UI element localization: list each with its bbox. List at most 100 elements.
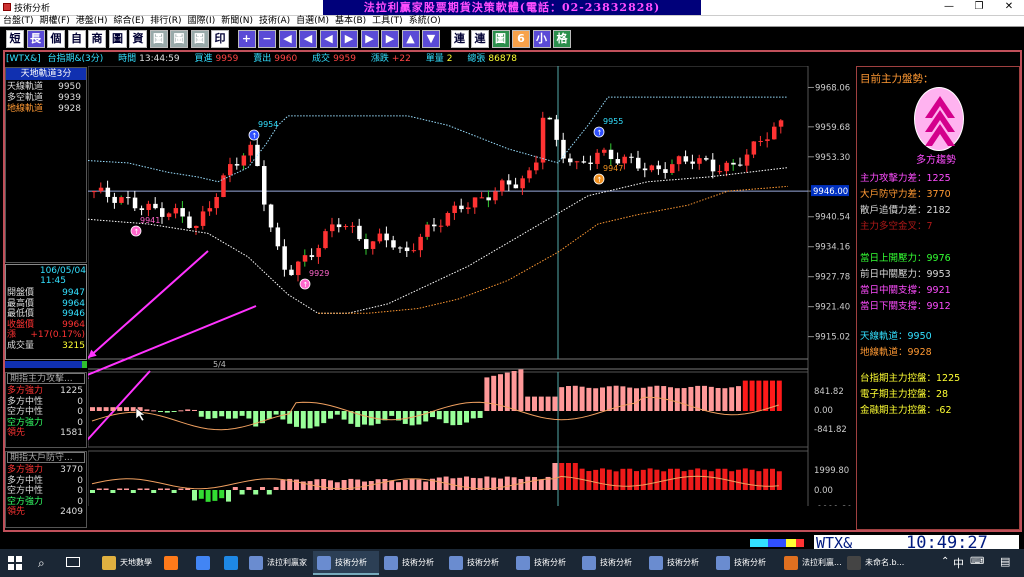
taskbar-app[interactable]: 天地數學: [98, 551, 158, 575]
price-chart[interactable]: 5/4 9968.06 9959.68 9953.30 9946.00 9940.54 99…: [88, 66, 854, 506]
taskbar-app[interactable]: 技術分析: [512, 551, 576, 575]
target-marker[interactable]: ↑9947: [593, 164, 623, 185]
scroll-thumb[interactable]: [82, 361, 87, 368]
taskbar-app[interactable]: 技術分析: [645, 551, 711, 575]
candle-body: [459, 205, 464, 210]
restore-button[interactable]: ❐: [964, 0, 994, 15]
toolbar-button-23[interactable]: 圖: [491, 30, 510, 48]
taskbar-app[interactable]: 未命名.b...: [843, 551, 915, 575]
menu-item-2[interactable]: 港盤(H): [73, 16, 111, 27]
taskbar-app[interactable]: [192, 551, 220, 575]
buy-signal-marker[interactable]: ↑9954: [248, 120, 278, 141]
scroll-bar[interactable]: [5, 361, 87, 368]
candle-body: [330, 224, 335, 232]
toolbar-button-26[interactable]: 格: [553, 30, 571, 48]
notification-icon[interactable]: ▤: [1000, 555, 1010, 568]
histogram-bar: [90, 490, 95, 493]
menu-item-7[interactable]: 技術(A): [256, 16, 293, 27]
menu-item-10[interactable]: 工具(T): [369, 16, 406, 27]
taskbar-app-label: 技術分析: [734, 558, 766, 567]
toolbar-button-13[interactable]: ◀: [278, 30, 297, 48]
histogram-bar: [158, 411, 163, 412]
toolbar-button-3[interactable]: 自: [67, 30, 86, 48]
ime-icon[interactable]: ⌨: [970, 556, 984, 567]
menu-item-4[interactable]: 排行(R): [147, 16, 184, 27]
toolbar-button-17[interactable]: ▶: [360, 30, 379, 48]
menu-item-9[interactable]: 基本(B): [332, 16, 369, 27]
candle-body: [602, 149, 607, 153]
histogram-bar: [450, 411, 456, 426]
histogram-bar: [96, 488, 102, 490]
candle-body: [92, 191, 97, 193]
toolbar-button-16[interactable]: ▶: [340, 30, 358, 48]
toolbar-button-20[interactable]: ▼: [422, 30, 440, 48]
candle-body: [704, 158, 709, 160]
toolbar-button-10[interactable]: 印: [211, 30, 229, 48]
toolbar-button-6[interactable]: 資: [129, 30, 147, 48]
quote-row: 最低價 9946: [7, 309, 85, 319]
sell-signal-marker[interactable]: ↑9941: [130, 216, 160, 237]
quote-value: 9947: [62, 288, 85, 298]
time-value: 13:44:59: [139, 54, 180, 64]
toolbar-button-5[interactable]: 圖: [108, 30, 127, 48]
toolbar-button-9[interactable]: 圖: [190, 30, 209, 48]
toolbar-button-4[interactable]: 商: [88, 30, 106, 48]
taskbar-app[interactable]: 法拉利贏家: [245, 551, 311, 575]
ask-value: 9960: [274, 54, 298, 64]
toolbar-button-25[interactable]: 小: [532, 30, 551, 48]
tray-up-icon[interactable]: ⌃: [941, 556, 949, 567]
minimize-button[interactable]: —: [934, 0, 964, 15]
search-icon[interactable]: ⌕: [38, 556, 45, 571]
language-indicator[interactable]: 中: [953, 555, 964, 571]
toolbar-button-1[interactable]: 長: [26, 30, 45, 48]
task-view-icon[interactable]: [66, 557, 80, 567]
taskbar-app[interactable]: 技術分析: [578, 551, 644, 575]
toolbar-button-18[interactable]: ▶: [381, 30, 399, 48]
app-icon: [102, 556, 116, 570]
menu-item-6[interactable]: 新聞(N): [218, 16, 256, 27]
menu-item-11[interactable]: 系統(O): [406, 16, 444, 27]
histogram-bar: [742, 468, 748, 490]
candle-body: [670, 164, 675, 173]
menu-item-3[interactable]: 綜合(E): [111, 16, 148, 27]
toolbar-button-0[interactable]: 短: [6, 30, 24, 48]
toolbar-button-15[interactable]: ◀: [319, 30, 338, 48]
toolbar-button-12[interactable]: −: [258, 30, 276, 48]
toolbar-button-21[interactable]: 連: [450, 30, 469, 48]
toolbar-button-8[interactable]: 圖: [170, 30, 188, 48]
histogram-bar: [219, 490, 225, 499]
signal-item: 主力多空金叉：7: [860, 221, 933, 232]
histogram-bar: [566, 386, 571, 411]
taskbar-app[interactable]: 技術分析: [445, 551, 511, 575]
close-button[interactable]: ✕: [994, 0, 1024, 15]
indicator-value: 1581: [60, 428, 83, 438]
toolbar-button-7[interactable]: 圖: [149, 30, 168, 48]
attack-histogram: [90, 369, 782, 429]
histogram-bar: [776, 380, 782, 411]
histogram-bar: [110, 407, 116, 411]
buy-signal-marker[interactable]: ↑9955: [593, 117, 623, 138]
toolbar-button-19[interactable]: ▲: [401, 30, 420, 48]
menu-item-5[interactable]: 國際(I): [185, 16, 219, 27]
toolbar-button-11[interactable]: +: [237, 30, 256, 48]
taskbar-app[interactable]: 技術分析: [712, 551, 778, 575]
taskbar-app[interactable]: 技術分析: [380, 551, 444, 575]
candle-body: [697, 158, 702, 164]
start-button[interactable]: [8, 556, 22, 570]
taskbar-app[interactable]: [220, 551, 244, 575]
taskbar-app[interactable]: [160, 551, 188, 575]
sell-signal-marker[interactable]: ↑9929: [299, 269, 329, 290]
toolbar-button-2[interactable]: 個: [47, 30, 65, 48]
taskbar-app[interactable]: 技術分析: [313, 551, 379, 575]
toolbar-button-14[interactable]: ◀: [299, 30, 317, 48]
histogram-bar: [695, 468, 701, 490]
toolbar-button-24[interactable]: 6: [512, 30, 530, 48]
menu-item-1[interactable]: 期權(F): [37, 16, 73, 27]
taskbar-app[interactable]: 法拉利贏...: [780, 551, 842, 575]
menu-item-0[interactable]: 台盤(T): [0, 16, 37, 27]
taskbar-app-label: 技術分析: [667, 558, 699, 567]
histogram-bar: [532, 396, 537, 411]
histogram-bar: [484, 476, 490, 490]
toolbar-button-22[interactable]: 連: [471, 30, 489, 48]
menu-item-8[interactable]: 自選(M): [293, 16, 332, 27]
